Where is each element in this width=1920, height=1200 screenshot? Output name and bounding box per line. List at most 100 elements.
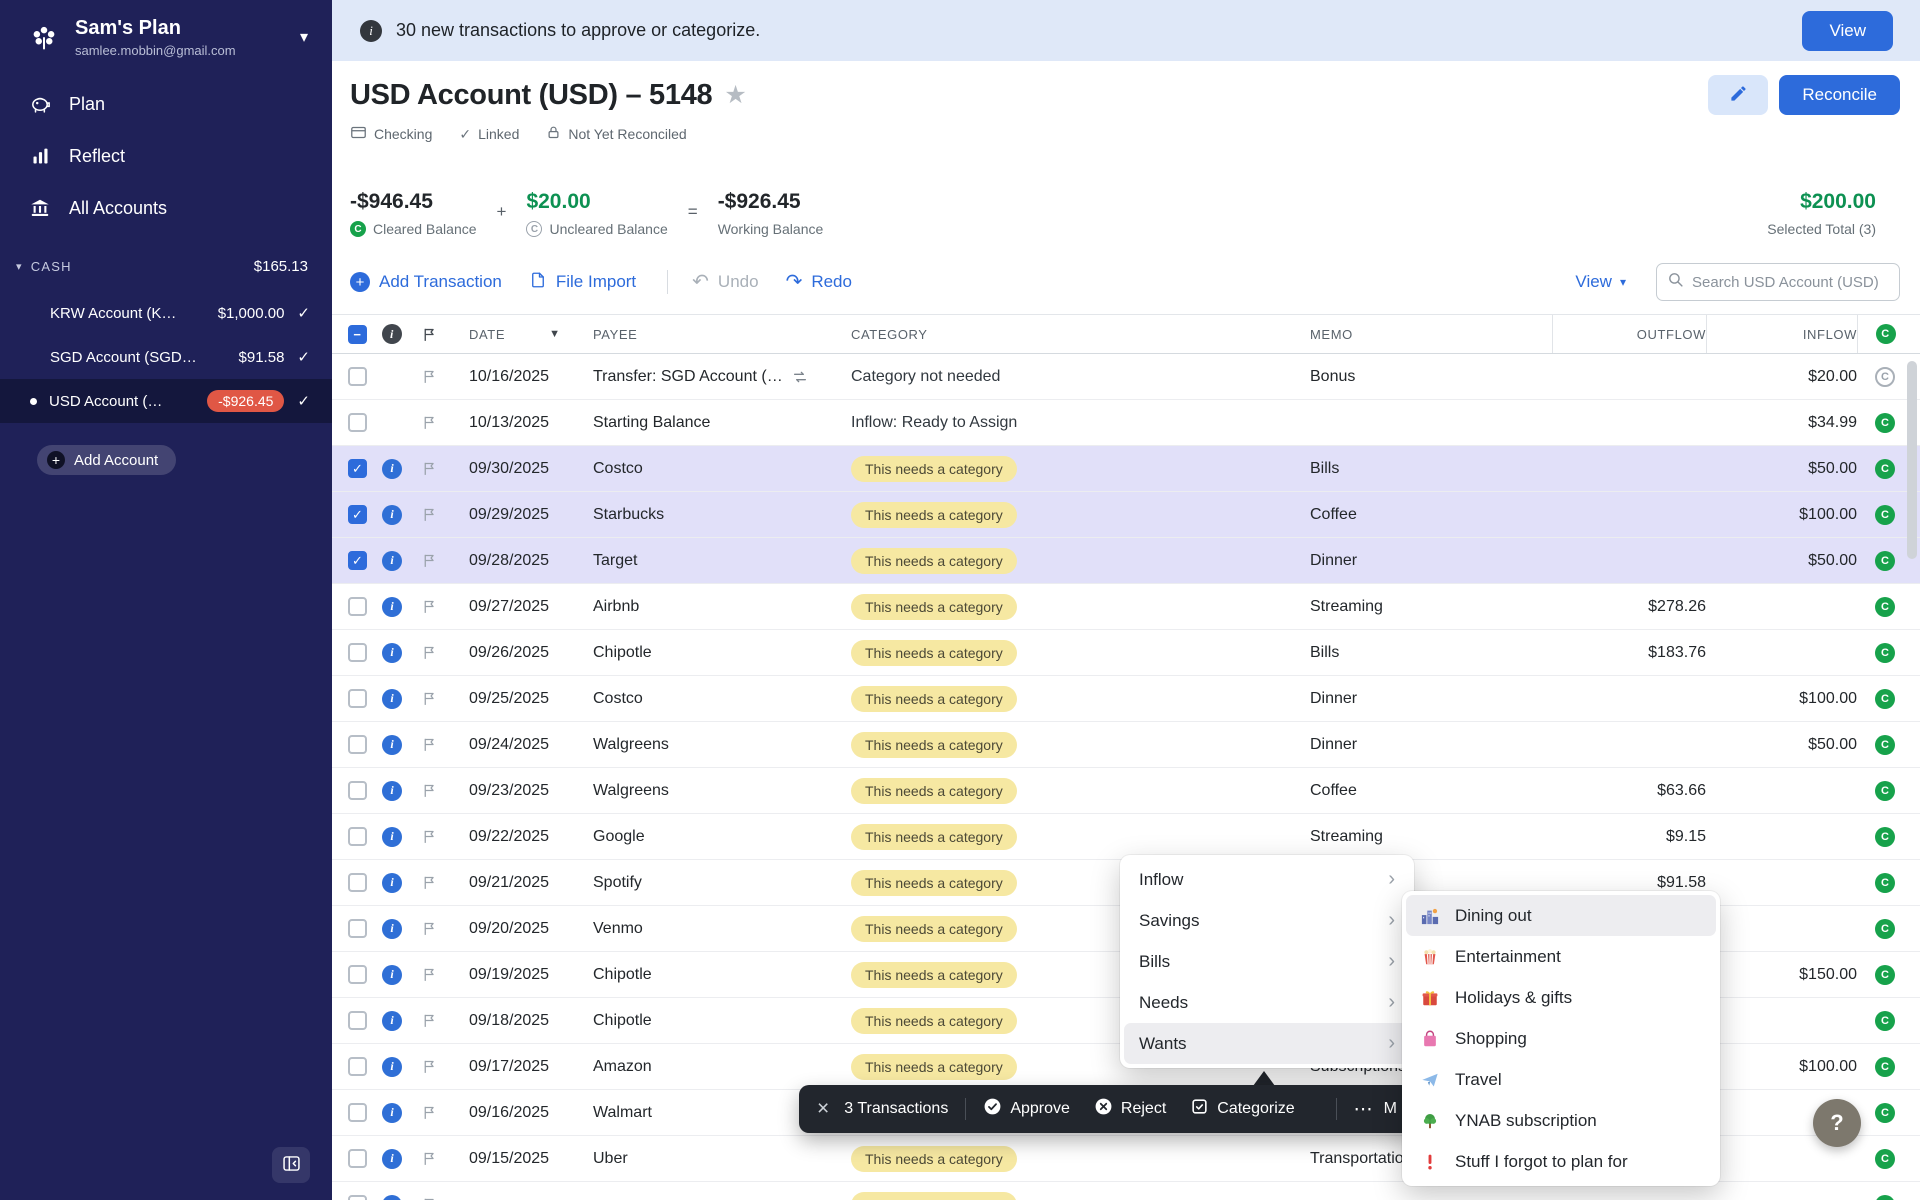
category-badge[interactable]: This needs a category bbox=[851, 1192, 1017, 1200]
sidebar-account-item[interactable]: SGD Account (SGD…$91.58✓ bbox=[0, 335, 332, 379]
transaction-row[interactable]: ✓i09/28/2025TargetThis needs a categoryD… bbox=[332, 538, 1920, 584]
category-group-item[interactable]: Inflow› bbox=[1124, 859, 1410, 900]
row-checkbox[interactable] bbox=[348, 597, 367, 616]
header-category[interactable]: CATEGORY bbox=[851, 315, 1310, 353]
category-badge[interactable]: This needs a category bbox=[851, 1054, 1017, 1080]
flag-icon[interactable] bbox=[414, 828, 444, 845]
row-checkbox[interactable]: ✓ bbox=[348, 505, 367, 524]
cleared-icon[interactable]: C bbox=[1875, 781, 1895, 801]
star-icon[interactable]: ★ bbox=[724, 80, 746, 110]
cash-section-header[interactable]: ▾ CASH $165.13 bbox=[0, 234, 332, 275]
row-checkbox[interactable] bbox=[348, 367, 367, 386]
category-group-item[interactable]: Needs› bbox=[1124, 982, 1410, 1023]
reconcile-button[interactable]: Reconcile bbox=[1779, 75, 1900, 115]
category-badge[interactable]: This needs a category bbox=[851, 732, 1017, 758]
cleared-icon[interactable]: C bbox=[1875, 1011, 1895, 1031]
cleared-icon[interactable]: C bbox=[1875, 643, 1895, 663]
row-checkbox[interactable] bbox=[348, 919, 367, 938]
cleared-icon[interactable]: C bbox=[1875, 919, 1895, 939]
info-icon[interactable]: i bbox=[382, 689, 402, 709]
category-badge[interactable]: This needs a category bbox=[851, 686, 1017, 712]
category-badge[interactable]: This needs a category bbox=[851, 916, 1017, 942]
category-badge[interactable]: This needs a category bbox=[851, 962, 1017, 988]
transaction-row[interactable]: i09/27/2025AirbnbThis needs a categorySt… bbox=[332, 584, 1920, 630]
flag-icon[interactable] bbox=[414, 1196, 444, 1200]
category-badge[interactable]: This needs a category bbox=[851, 870, 1017, 896]
sidebar-account-item[interactable]: KRW Account (K…$1,000.00✓ bbox=[0, 291, 332, 335]
category-item[interactable]: Shopping bbox=[1406, 1018, 1716, 1059]
category-group-item[interactable]: Bills› bbox=[1124, 941, 1410, 982]
category-group-item[interactable]: Savings› bbox=[1124, 900, 1410, 941]
category-badge[interactable]: This needs a category bbox=[851, 456, 1017, 482]
info-icon[interactable]: i bbox=[382, 505, 402, 525]
flag-icon[interactable] bbox=[414, 1150, 444, 1167]
cleared-icon[interactable]: C bbox=[1875, 1149, 1895, 1169]
cleared-icon[interactable]: C bbox=[1875, 873, 1895, 893]
category-badge[interactable]: This needs a category bbox=[851, 502, 1017, 528]
category-badge[interactable]: This needs a category bbox=[851, 1146, 1017, 1172]
info-icon[interactable]: i bbox=[382, 1057, 402, 1077]
add-account-button[interactable]: + Add Account bbox=[37, 445, 176, 475]
category-badge[interactable]: This needs a category bbox=[851, 824, 1017, 850]
row-checkbox[interactable] bbox=[348, 1103, 367, 1122]
transaction-row[interactable]: ✓i09/30/2025CostcoThis needs a categoryB… bbox=[332, 446, 1920, 492]
cleared-icon[interactable]: C bbox=[1875, 965, 1895, 985]
row-checkbox[interactable] bbox=[348, 413, 367, 432]
sidebar-account-item[interactable]: USD Account (…-$926.45✓ bbox=[0, 379, 332, 423]
row-checkbox[interactable] bbox=[348, 1149, 367, 1168]
flag-icon[interactable] bbox=[414, 690, 444, 707]
info-icon[interactable]: i bbox=[382, 735, 402, 755]
flag-icon[interactable] bbox=[414, 782, 444, 799]
cleared-icon[interactable]: C bbox=[1875, 827, 1895, 847]
row-checkbox[interactable] bbox=[348, 781, 367, 800]
flag-icon[interactable] bbox=[414, 414, 444, 431]
info-icon[interactable]: i bbox=[382, 965, 402, 985]
collapse-sidebar-button[interactable] bbox=[272, 1147, 310, 1183]
row-checkbox[interactable] bbox=[348, 1011, 367, 1030]
cleared-icon[interactable]: C bbox=[1875, 735, 1895, 755]
sidebar-item-plan[interactable]: Plan bbox=[0, 78, 332, 130]
header-memo[interactable]: MEMO bbox=[1310, 315, 1552, 353]
header-date[interactable]: DATE▼ bbox=[469, 315, 593, 353]
sidebar-item-all-accounts[interactable]: All Accounts bbox=[0, 182, 332, 234]
row-checkbox[interactable] bbox=[348, 1195, 367, 1200]
category-badge[interactable]: This needs a category bbox=[851, 1008, 1017, 1034]
info-icon[interactable]: i bbox=[382, 1011, 402, 1031]
transaction-row[interactable]: i09/25/2025CostcoThis needs a categoryDi… bbox=[332, 676, 1920, 722]
category-item[interactable]: YNAB subscription bbox=[1406, 1100, 1716, 1141]
categorize-button[interactable]: Categorize bbox=[1190, 1097, 1294, 1121]
row-checkbox[interactable] bbox=[348, 873, 367, 892]
more-button[interactable]: ⋯ M bbox=[1354, 1098, 1397, 1121]
row-checkbox[interactable] bbox=[348, 643, 367, 662]
category-item[interactable]: Dining out bbox=[1406, 895, 1716, 936]
flag-icon[interactable] bbox=[414, 552, 444, 569]
cleared-icon[interactable]: C bbox=[1875, 1195, 1895, 1200]
row-checkbox[interactable]: ✓ bbox=[348, 551, 367, 570]
flag-icon[interactable] bbox=[414, 506, 444, 523]
category-item[interactable]: Travel bbox=[1406, 1059, 1716, 1100]
info-icon[interactable]: i bbox=[382, 781, 402, 801]
uncleared-icon[interactable]: C bbox=[1875, 367, 1895, 387]
category-item[interactable]: Holidays & gifts bbox=[1406, 977, 1716, 1018]
cleared-icon[interactable]: C bbox=[1875, 413, 1895, 433]
info-icon[interactable]: i bbox=[382, 919, 402, 939]
cleared-icon[interactable]: C bbox=[1875, 1103, 1895, 1123]
cleared-icon[interactable]: C bbox=[1875, 689, 1895, 709]
transaction-row[interactable]: ✓i09/29/2025StarbucksThis needs a catego… bbox=[332, 492, 1920, 538]
cleared-icon[interactable]: C bbox=[1875, 551, 1895, 571]
row-checkbox[interactable] bbox=[348, 1057, 367, 1076]
header-payee[interactable]: PAYEE bbox=[593, 315, 851, 353]
view-dropdown[interactable]: View ▾ bbox=[1575, 272, 1626, 292]
header-inflow[interactable]: INFLOW bbox=[1706, 315, 1857, 353]
info-icon[interactable]: i bbox=[382, 643, 402, 663]
sidebar-item-reflect[interactable]: Reflect bbox=[0, 130, 332, 182]
info-icon[interactable]: i bbox=[382, 1149, 402, 1169]
flag-icon[interactable] bbox=[414, 966, 444, 983]
cleared-icon[interactable]: C bbox=[1875, 1057, 1895, 1077]
cleared-icon[interactable]: C bbox=[1875, 597, 1895, 617]
banner-view-button[interactable]: View bbox=[1802, 11, 1893, 51]
flag-icon[interactable] bbox=[414, 1012, 444, 1029]
scrollbar-thumb[interactable] bbox=[1907, 361, 1917, 559]
category-item[interactable]: Stuff I forgot to plan for bbox=[1406, 1141, 1716, 1182]
flag-icon[interactable] bbox=[414, 460, 444, 477]
